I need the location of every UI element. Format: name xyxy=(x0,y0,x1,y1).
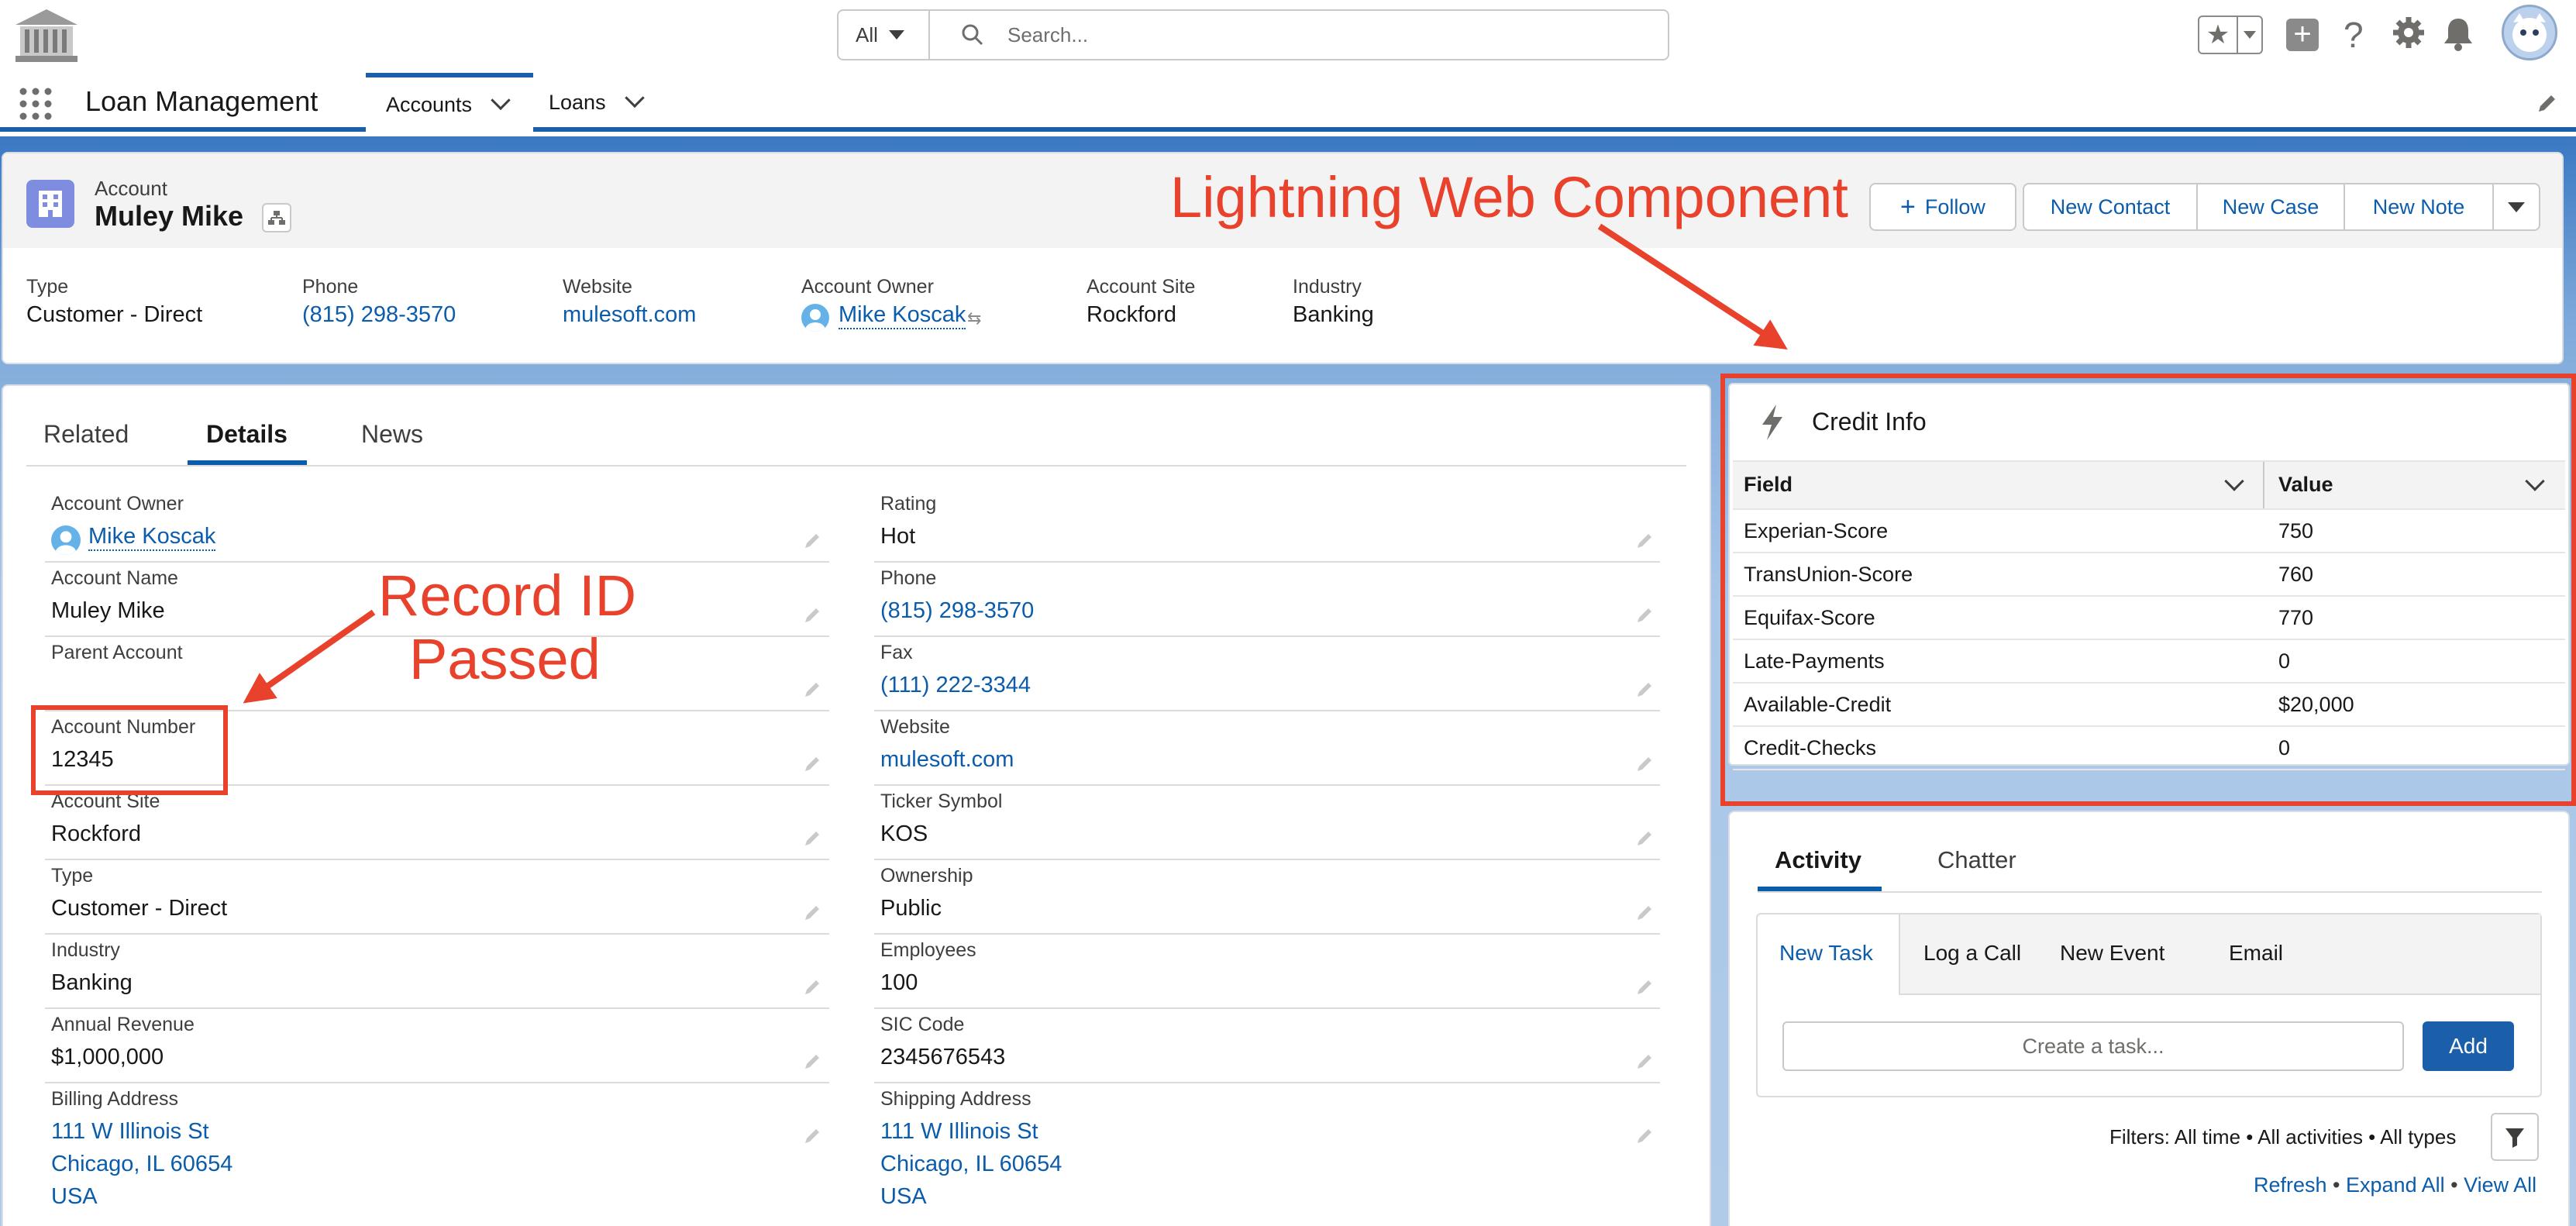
annotation-arrows xyxy=(243,223,1788,704)
lwc-annotation-arrow xyxy=(1597,223,1788,350)
record-id-annotation-arrow xyxy=(243,609,376,704)
